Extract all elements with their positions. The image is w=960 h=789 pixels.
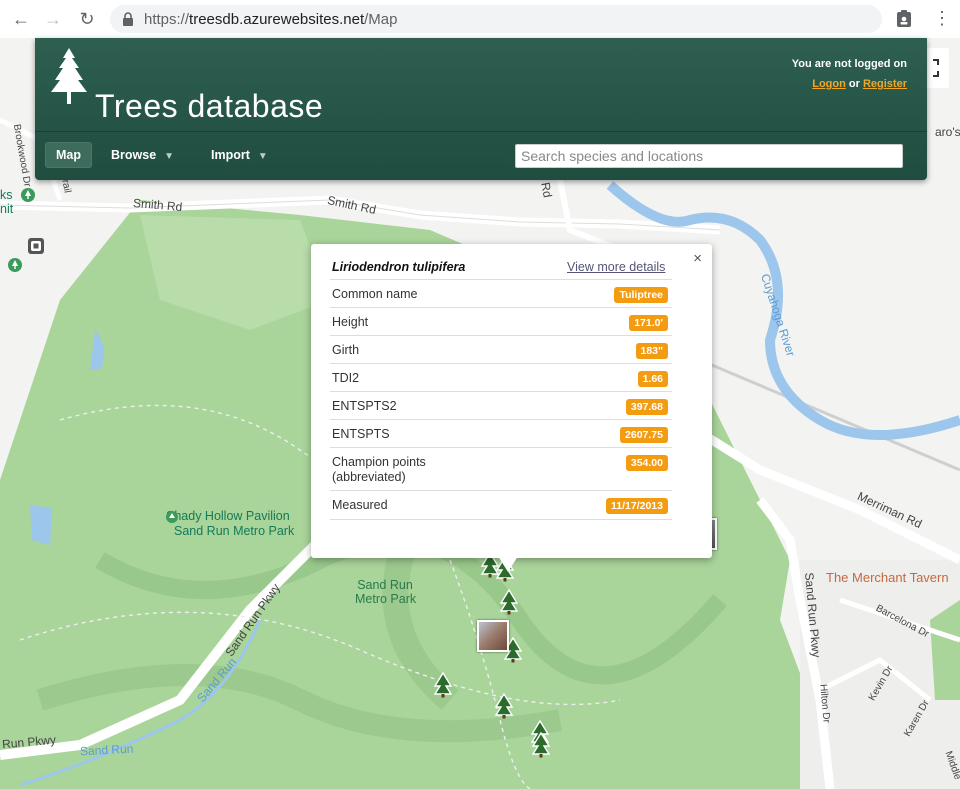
info-badge: 11/17/2013 [606,498,668,514]
popup-pointer [498,556,518,572]
info-badge: 397.68 [625,399,668,415]
restaurant-label: The Merchant Tavern [826,570,949,585]
info-badge: 171.0' [629,315,668,331]
lock-icon [123,12,133,26]
menu-icon[interactable]: ⋮ [933,8,951,29]
photo-marker[interactable] [477,620,509,652]
chevron-down-icon: ▼ [257,151,268,162]
info-row: Common name Tuliptree [330,279,672,308]
poi-label: Sand Run Metro Park [174,524,295,538]
back-icon[interactable]: ← [10,8,32,30]
login-text: You are not logged on [791,58,907,70]
info-row: Height 171.0' [330,307,672,336]
tree-marker-icon[interactable] [433,672,453,698]
url-host: treesdb.azurewebsites.net [189,11,365,28]
info-label: Height [332,315,369,329]
info-row: Girth 183" [330,335,672,364]
pavilion-pin-icon[interactable] [166,511,178,525]
info-label: Measured [332,498,388,512]
info-badge: Tuliptree [614,287,668,303]
profile-icon[interactable] [896,10,912,28]
nav-map-label: Map [56,148,81,162]
view-details-link[interactable]: View more details [567,260,665,274]
site-brand[interactable]: Trees database [95,88,323,125]
info-badge: 354.00 [625,455,668,471]
address-bar[interactable]: https://treesdb.azurewebsites.net/Map [110,5,882,33]
login-status: You are not logged on Logon or Register [792,54,907,94]
or-text: or [848,78,860,90]
info-row: ENTSPTS 2607.75 [330,419,672,448]
browser-toolbar: ← → ↻ https://treesdb.azurewebsites.net/… [0,0,960,39]
poi-label: aro's [935,125,960,139]
park-pin-icon[interactable] [21,188,35,206]
transit-icon[interactable] [28,238,44,254]
nav-map[interactable]: Map [45,142,92,168]
info-badge: 183" [635,343,668,359]
tree-marker-icon[interactable] [499,589,519,615]
search-input[interactable] [515,144,903,168]
site-header: Trees database You are not logged on Log… [35,38,927,180]
reload-icon[interactable]: ↻ [76,8,98,30]
fullscreen-icon [933,59,939,77]
park-pin-icon[interactable] [8,258,22,276]
info-row: Champion points (abbreviated) 354.00 [330,447,672,491]
tree-marker-icon[interactable] [531,732,551,758]
register-link[interactable]: Register [863,78,907,90]
nav-browse-label: Browse [111,148,157,162]
stream-label: Sand Run [79,741,134,759]
tree-info-popup: × Liriodendron tulipifera View more deta… [311,244,712,558]
tree-logo-icon [51,48,87,104]
info-badge: 1.66 [637,371,668,387]
url-path: /Map [364,11,398,28]
poi-label: Shady Hollow Pavilion [166,509,290,523]
info-label: Girth [332,343,360,357]
forward-icon[interactable]: → [42,8,64,30]
poi-label: ks [0,188,13,202]
tree-marker-icon[interactable] [494,693,514,719]
nav-import-label: Import [211,148,250,162]
info-row: Measured 11/17/2013 [330,490,672,520]
header-divider [35,131,927,132]
info-row: TDI2 1.66 [330,363,672,392]
chevron-down-icon: ▼ [164,151,175,162]
species-title: Liriodendron tulipifera [332,260,466,274]
info-badge: 2607.75 [620,427,668,443]
info-row: ENTSPTS2 397.68 [330,391,672,420]
fullscreen-button[interactable] [927,48,949,88]
info-label: Champion points (abbreviated) [332,455,426,484]
info-label: Common name [332,287,418,301]
info-label: ENTSPTS2 [332,399,397,413]
nav-import[interactable]: Import ▼ [211,142,268,168]
logon-link[interactable]: Logon [812,78,846,90]
close-icon[interactable]: × [693,250,702,267]
info-label: ENTSPTS [332,427,390,441]
nav-browse[interactable]: Browse ▼ [111,142,174,168]
poi-label: nit [0,202,14,216]
url-text: https://treesdb.azurewebsites.net/Map [144,11,398,28]
park-label: Sand Run Metro Park [355,578,417,606]
info-label: TDI2 [332,371,360,385]
